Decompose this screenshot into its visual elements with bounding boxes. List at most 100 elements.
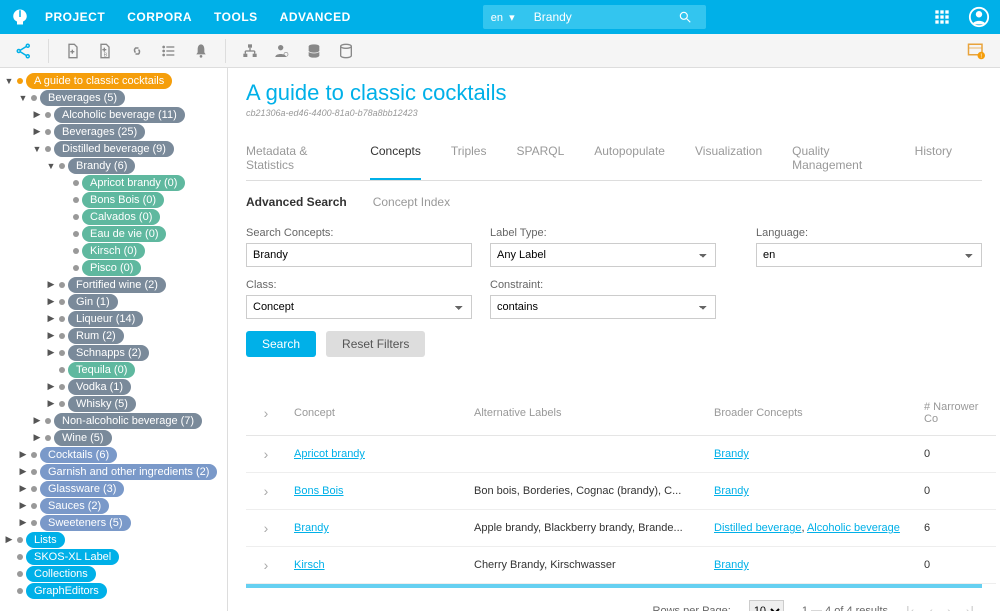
- user-account-icon[interactable]: [968, 6, 990, 28]
- tab-visualization[interactable]: Visualization: [695, 136, 762, 180]
- tree-node-label[interactable]: Brandy (6): [68, 158, 135, 174]
- tree-node-label[interactable]: Sauces (2): [40, 498, 109, 514]
- expand-icon[interactable]: ▶: [46, 381, 56, 392]
- server-icon[interactable]: [332, 37, 360, 65]
- tree-node-label[interactable]: Bons Bois (0): [82, 192, 164, 208]
- subtab-concept-index[interactable]: Concept Index: [373, 189, 450, 215]
- tree-node-label[interactable]: Rum (2): [68, 328, 124, 344]
- broader-link[interactable]: Brandy: [714, 448, 749, 460]
- global-search-input[interactable]: [528, 10, 678, 24]
- last-page-icon[interactable]: ›|: [966, 603, 974, 611]
- tree-node[interactable]: ▶ Liqueur (14): [4, 310, 223, 327]
- tree-node[interactable]: ▼Beverages (5): [4, 89, 223, 106]
- expand-row-icon[interactable]: ›: [264, 446, 269, 462]
- nav-project[interactable]: PROJECT: [45, 10, 105, 24]
- global-search-button[interactable]: [678, 10, 706, 24]
- tree-node[interactable]: ▶ Sauces (2): [4, 497, 223, 514]
- tree-node-label[interactable]: Distilled beverage (9): [54, 141, 174, 157]
- expand-icon[interactable]: ▶: [46, 330, 56, 341]
- tree-node-label[interactable]: Non-alcoholic beverage (7): [54, 413, 202, 429]
- app-logo-icon[interactable]: [10, 7, 30, 27]
- tree-node[interactable]: ▶Garnish and other ingredients (2): [4, 463, 223, 480]
- tree-node-label[interactable]: SKOS-XL Label: [26, 549, 119, 565]
- expand-icon[interactable]: ▶: [32, 432, 42, 443]
- search-button[interactable]: Search: [246, 331, 316, 357]
- tree-node-label[interactable]: Alcoholic beverage (11): [54, 107, 185, 123]
- expand-row-icon[interactable]: ›: [264, 557, 269, 573]
- tree-node-label[interactable]: Pisco (0): [82, 260, 141, 276]
- search-concepts-input[interactable]: [246, 243, 472, 267]
- tree-node-label[interactable]: Beverages (25): [54, 124, 145, 140]
- expand-icon[interactable]: ▶: [32, 415, 42, 426]
- expand-icon[interactable]: ▶: [46, 313, 56, 324]
- new-doc-icon[interactable]: [59, 37, 87, 65]
- tree-node[interactable]: ▶Schnapps (2): [4, 344, 223, 361]
- tree-node-label[interactable]: Gin (1): [68, 294, 118, 310]
- tree-node[interactable]: ▶Whisky (5): [4, 395, 223, 412]
- collapse-icon[interactable]: ▼: [18, 93, 28, 103]
- subtab-advanced-search[interactable]: Advanced Search: [246, 189, 347, 215]
- warning-table-icon[interactable]: !: [962, 37, 990, 65]
- tree-node[interactable]: ▼ A guide to classic cocktails: [4, 72, 223, 89]
- expand-icon[interactable]: ▶: [18, 466, 28, 477]
- collapse-icon[interactable]: ▼: [32, 144, 42, 154]
- tab-triples[interactable]: Triples: [451, 136, 487, 180]
- expand-row-icon[interactable]: ›: [264, 520, 269, 536]
- tree-node[interactable]: Kirsch (0): [4, 242, 223, 259]
- constraint-select[interactable]: contains: [490, 295, 716, 319]
- tree-node[interactable]: ▶Glassware (3): [4, 480, 223, 497]
- expand-icon[interactable]: ▶: [46, 296, 56, 307]
- apps-grid-icon[interactable]: [934, 9, 950, 25]
- tree-node[interactable]: ▶ Lists: [4, 531, 223, 548]
- tree-node[interactable]: GraphEditors: [4, 582, 223, 599]
- collapse-icon[interactable]: ▼: [4, 76, 14, 86]
- tree-node[interactable]: ▼ Distilled beverage (9): [4, 140, 223, 157]
- tree-node-label[interactable]: GraphEditors: [26, 583, 107, 599]
- nav-advanced[interactable]: ADVANCED: [280, 10, 351, 24]
- expand-icon[interactable]: ▶: [4, 534, 14, 545]
- collapse-icon[interactable]: ▼: [46, 161, 56, 171]
- tree-node-label[interactable]: Kirsch (0): [82, 243, 145, 259]
- list-icon[interactable]: [155, 37, 183, 65]
- tree-node[interactable]: ▶ Rum (2): [4, 327, 223, 344]
- nav-tools[interactable]: TOOLS: [214, 10, 258, 24]
- col-narrower[interactable]: # Narrower Co: [916, 391, 996, 436]
- broader-link[interactable]: Brandy: [714, 485, 749, 497]
- broader-link[interactable]: Alcoholic beverage: [807, 522, 900, 534]
- tree-node-label[interactable]: Liqueur (14): [68, 311, 143, 327]
- tree-node-label[interactable]: Eau de vie (0): [82, 226, 166, 242]
- tree-node-label[interactable]: A guide to classic cocktails: [26, 73, 172, 89]
- scroll-indicator[interactable]: [246, 584, 982, 588]
- tree-node-label[interactable]: Fortified wine (2): [68, 277, 166, 293]
- tab-quality-management[interactable]: Quality Management: [792, 136, 885, 180]
- tree-node[interactable]: Bons Bois (0): [4, 191, 223, 208]
- broader-link[interactable]: Distilled beverage: [714, 522, 801, 534]
- tree-node[interactable]: SKOS-XL Label: [4, 548, 223, 565]
- tree-node[interactable]: ▶Sweeteners (5): [4, 514, 223, 531]
- tree-node[interactable]: ▶ Non-alcoholic beverage (7): [4, 412, 223, 429]
- label-type-select[interactable]: Any Label: [490, 243, 716, 267]
- tree-node-label[interactable]: Apricot brandy (0): [82, 175, 185, 191]
- expand-icon[interactable]: ▶: [46, 398, 56, 409]
- concept-link[interactable]: Apricot brandy: [294, 448, 365, 460]
- expand-icon[interactable]: ▶: [18, 483, 28, 494]
- expand-icon[interactable]: ▶: [46, 347, 56, 358]
- concept-link[interactable]: Bons Bois: [294, 485, 344, 497]
- expand-icon[interactable]: ▶: [18, 500, 28, 511]
- tree-node[interactable]: ▶ Cocktails (6): [4, 446, 223, 463]
- tree-node-label[interactable]: Lists: [26, 532, 65, 548]
- language-select[interactable]: en: [756, 243, 982, 267]
- expand-icon[interactable]: ▶: [46, 279, 56, 290]
- tab-sparql[interactable]: SPARQL: [516, 136, 564, 180]
- tree-node[interactable]: ▼ Brandy (6): [4, 157, 223, 174]
- concept-link[interactable]: Kirsch: [294, 559, 325, 571]
- class-select[interactable]: Concept: [246, 295, 472, 319]
- tab-metadata-statistics[interactable]: Metadata & Statistics: [246, 136, 340, 180]
- expand-icon[interactable]: ▶: [18, 449, 28, 460]
- col-concept[interactable]: Concept: [286, 391, 466, 436]
- tree-node-label[interactable]: Cocktails (6): [40, 447, 117, 463]
- share-icon[interactable]: [10, 37, 38, 65]
- search-lang-select[interactable]: en ▾: [483, 11, 528, 24]
- concept-link[interactable]: Brandy: [294, 522, 329, 534]
- tree-node[interactable]: Collections: [4, 565, 223, 582]
